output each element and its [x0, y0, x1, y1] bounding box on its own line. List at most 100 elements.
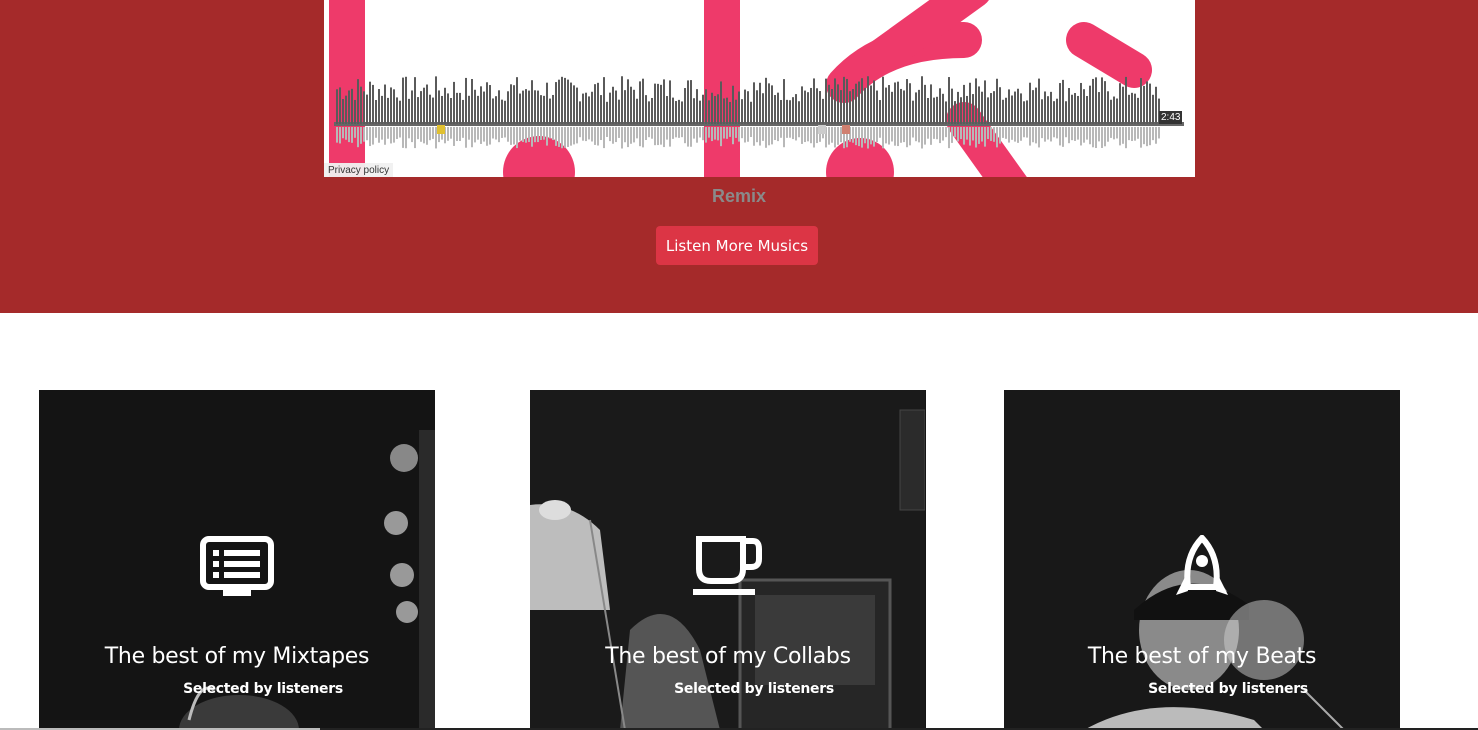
waveform-bar-reflection [1095, 127, 1097, 148]
waveform-bar [777, 92, 779, 124]
waveform[interactable] [324, 0, 1195, 177]
waveform-bar [633, 89, 635, 124]
waveform-bar [1083, 89, 1085, 124]
waveform-bar-reflection [834, 127, 836, 148]
card-beats[interactable]: The best of my Beats Selected by listene… [1004, 390, 1400, 730]
waveform-bar [888, 85, 890, 124]
waveform-bar-reflection [828, 127, 830, 145]
waveform-bar-reflection [1065, 127, 1067, 138]
waveform-bar-reflection [486, 127, 488, 146]
waveform-bar [627, 79, 629, 124]
waveform-bar-reflection [879, 127, 881, 138]
waveform-bar-reflection [867, 127, 869, 149]
waveform-bar-reflection [1098, 127, 1100, 142]
waveform-bar-reflection [354, 127, 356, 138]
waveform-bar [714, 96, 716, 124]
waveform-bar-reflection [372, 127, 374, 145]
waveform-bar [396, 97, 398, 124]
waveform-bar [816, 88, 818, 124]
waveform-bar [684, 88, 686, 124]
waveform-bar-reflection [1020, 127, 1022, 141]
waveform-bar-reflection [789, 127, 791, 138]
waveform-bar-reflection [1104, 127, 1106, 147]
waveform-bar-reflection [561, 127, 563, 149]
waveform-bar-reflection [393, 127, 395, 143]
waveform-bar-reflection [546, 127, 548, 146]
waveform-bar [621, 76, 623, 124]
waveform-bar-reflection [420, 127, 422, 142]
waveform-bar-reflection [723, 127, 725, 139]
waveform-bar-reflection [1110, 127, 1112, 138]
waveform-bar-reflection [951, 127, 953, 143]
waveform-bar [543, 95, 545, 124]
waveform-bar [405, 76, 407, 124]
waveform-bar [573, 85, 575, 124]
waveform-bar-reflection [1092, 127, 1094, 148]
waveform-bar-reflection [390, 127, 392, 144]
waveform-bar [951, 88, 953, 124]
audio-player-embed[interactable]: 2:43 Privacy policy [324, 0, 1195, 177]
waveform-bar-reflection [426, 127, 428, 145]
waveform-bar [750, 101, 752, 124]
waveform-bar-reflection [522, 127, 524, 143]
waveform-bar [1119, 83, 1121, 124]
waveform-bar-reflection [624, 127, 626, 143]
privacy-policy-link[interactable]: Privacy policy [324, 163, 394, 177]
waveform-bar-reflection [423, 127, 425, 144]
waveform-bar [972, 94, 974, 124]
waveform-bar-reflection [579, 127, 581, 138]
waveform-bar [798, 101, 800, 124]
waveform-bar-reflection [1089, 127, 1091, 145]
waveform-bar [876, 90, 878, 124]
waveform-bar-reflection [414, 127, 416, 149]
waveform-bar [420, 91, 422, 124]
waveform-bar [390, 87, 392, 124]
waveform-bar-reflection [1035, 127, 1037, 144]
waveform-bar-reflection [450, 127, 452, 139]
waveform-bar [1065, 101, 1067, 124]
waveform-bar [1059, 83, 1061, 124]
waveform-bar-reflection [1086, 127, 1088, 140]
card-collabs[interactable]: The best of my Collabs Selected by liste… [530, 390, 926, 730]
waveform-bar [774, 95, 776, 124]
waveform-bar [642, 78, 644, 124]
waveform-bar [372, 84, 374, 124]
waveform-bar-reflection [744, 127, 746, 143]
waveform-bar [1101, 77, 1103, 124]
waveform-bar [1029, 82, 1031, 124]
listen-more-button[interactable]: Listen More Musics [656, 226, 818, 265]
waveform-bar-reflection [939, 127, 941, 144]
waveform-bar-reflection [573, 127, 575, 145]
waveform-bar [1122, 86, 1124, 124]
waveform-bar [822, 98, 824, 124]
waveform-bar-reflection [891, 127, 893, 142]
waveform-bar [591, 91, 593, 124]
hero-section: 2:43 Privacy policy Remix Listen More Mu… [0, 0, 1478, 313]
waveform-bar [594, 84, 596, 124]
waveform-bar-reflection [1053, 127, 1055, 138]
tv-list-icon [200, 536, 274, 596]
waveform-bar-reflection [1143, 127, 1145, 145]
waveform-bar [996, 78, 998, 124]
waveform-bar-reflection [1056, 127, 1058, 139]
waveform-bar [1155, 86, 1157, 124]
waveform-bar-reflection [342, 127, 344, 139]
waveform-bar-reflection [771, 127, 773, 145]
waveform-bar-reflection [495, 127, 497, 140]
waveform-bar [894, 82, 896, 124]
waveform-bar [846, 78, 848, 124]
waveform-bar [606, 101, 608, 124]
waveform-bar [789, 100, 791, 124]
waveform-bar [759, 82, 761, 124]
waveform-bar-reflection [543, 127, 545, 140]
waveform-bar [1152, 94, 1154, 124]
waveform-bar [453, 81, 455, 124]
waveform-bar [663, 79, 665, 124]
waveform-bar [1005, 97, 1007, 124]
card-mixtapes[interactable]: The best of my Mixtapes Selected by list… [39, 390, 435, 730]
waveform-bar [351, 88, 353, 124]
waveform-bar [981, 91, 983, 124]
waveform-bar-reflection [885, 127, 887, 144]
waveform-bar [879, 100, 881, 124]
waveform-bar [882, 76, 884, 124]
